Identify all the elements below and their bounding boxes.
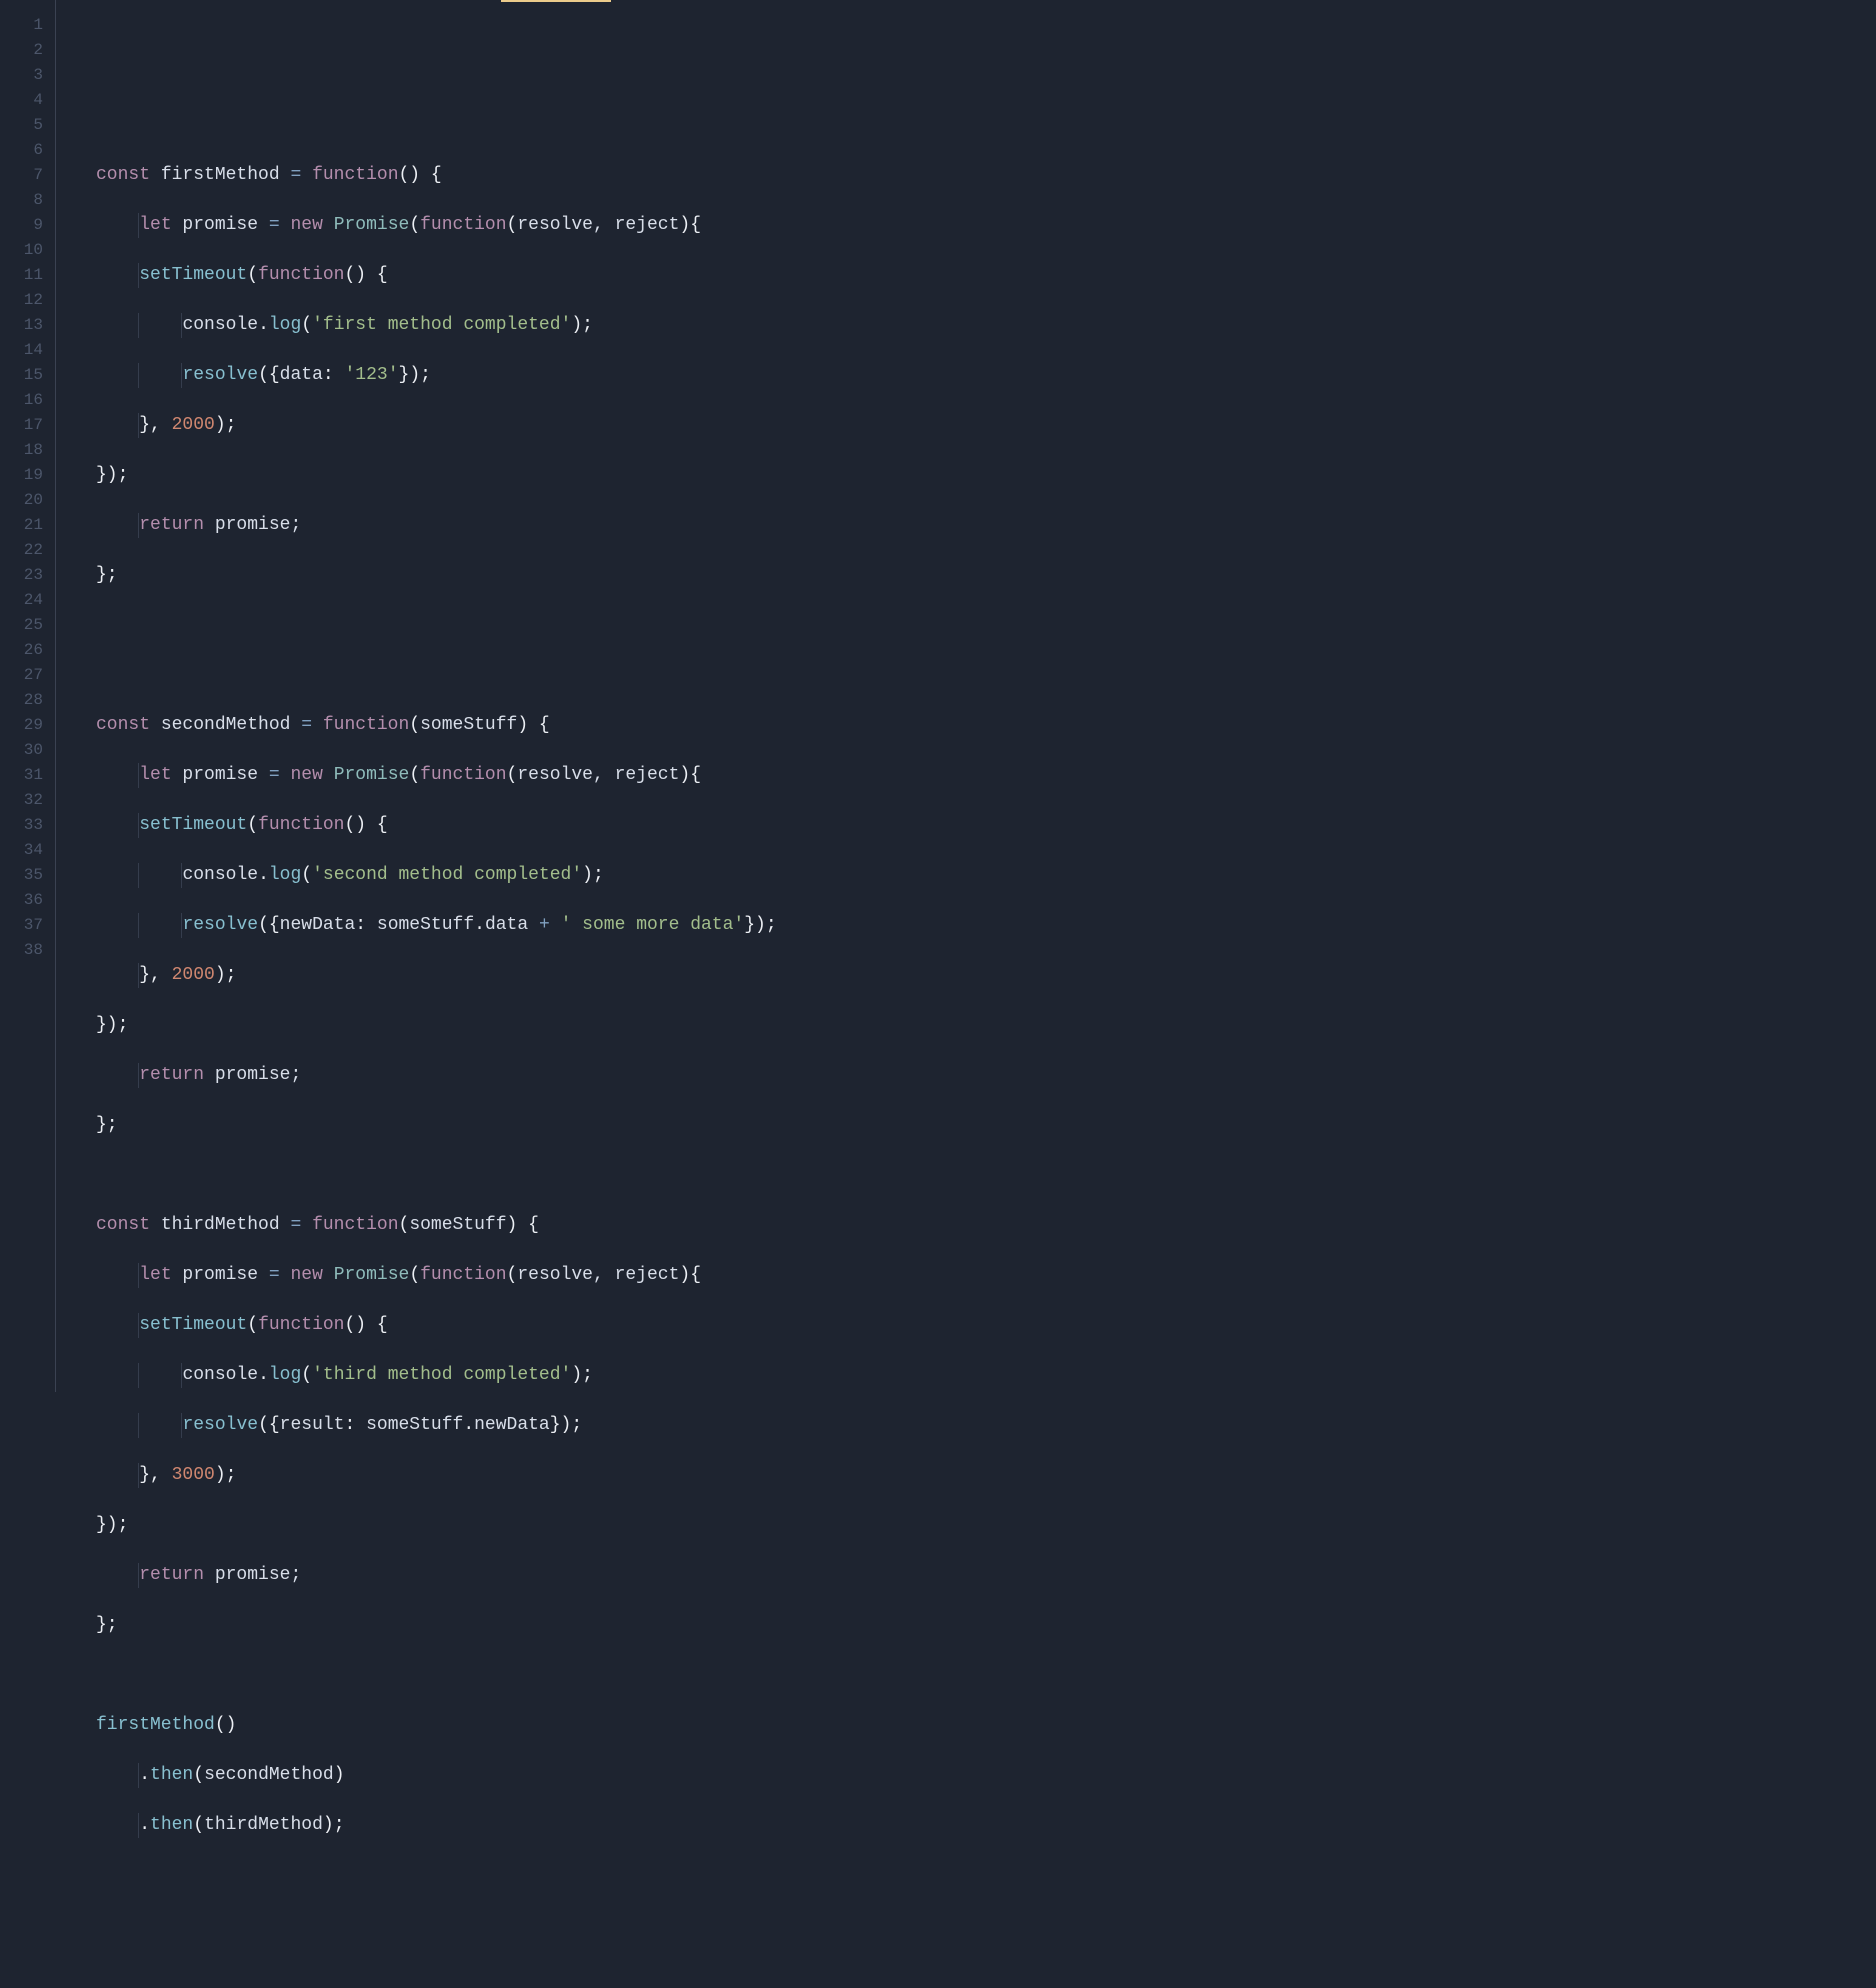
line-number: 36: [0, 888, 55, 913]
code-line[interactable]: setTimeout(function() {: [96, 263, 1876, 288]
code-line[interactable]: console.log('second method completed');: [96, 863, 1876, 888]
line-number: 25: [0, 613, 55, 638]
code-line[interactable]: const thirdMethod = function(someStuff) …: [96, 1213, 1876, 1238]
line-number: 22: [0, 538, 55, 563]
line-number: 2: [0, 38, 55, 63]
line-number: 14: [0, 338, 55, 363]
code-line[interactable]: [96, 1913, 1876, 1938]
code-line[interactable]: [96, 663, 1876, 688]
line-number: 27: [0, 663, 55, 688]
line-number: 1: [0, 13, 55, 38]
code-line[interactable]: firstMethod(): [96, 1713, 1876, 1738]
line-number: 30: [0, 738, 55, 763]
line-number: 33: [0, 813, 55, 838]
fold-area: [56, 0, 96, 1392]
code-line[interactable]: let promise = new Promise(function(resol…: [96, 763, 1876, 788]
line-number: 32: [0, 788, 55, 813]
code-line[interactable]: }, 2000);: [96, 963, 1876, 988]
code-line[interactable]: resolve({newData: someStuff.data + ' som…: [96, 913, 1876, 938]
code-line[interactable]: };: [96, 1613, 1876, 1638]
code-line[interactable]: const secondMethod = function(someStuff)…: [96, 713, 1876, 738]
line-number: 13: [0, 313, 55, 338]
code-line[interactable]: });: [96, 1513, 1876, 1538]
line-number: 35: [0, 863, 55, 888]
line-number: 20: [0, 488, 55, 513]
line-number: 37: [0, 913, 55, 938]
code-line[interactable]: return promise;: [96, 1563, 1876, 1588]
line-number: 11: [0, 263, 55, 288]
code-line[interactable]: let promise = new Promise(function(resol…: [96, 213, 1876, 238]
line-number: 21: [0, 513, 55, 538]
line-number: 6: [0, 138, 55, 163]
line-number: 18: [0, 438, 55, 463]
line-number: 5: [0, 113, 55, 138]
code-line[interactable]: setTimeout(function() {: [96, 1313, 1876, 1338]
line-number: 29: [0, 713, 55, 738]
line-number: 26: [0, 638, 55, 663]
line-number: 8: [0, 188, 55, 213]
line-number: 3: [0, 63, 55, 88]
code-line[interactable]: return promise;: [96, 1063, 1876, 1088]
code-line[interactable]: setTimeout(function() {: [96, 813, 1876, 838]
code-line[interactable]: };: [96, 563, 1876, 588]
code-line[interactable]: [96, 113, 1876, 138]
code-line[interactable]: resolve({result: someStuff.newData});: [96, 1413, 1876, 1438]
line-number: 12: [0, 288, 55, 313]
line-number: 34: [0, 838, 55, 863]
code-line[interactable]: resolve({data: '123'});: [96, 363, 1876, 388]
code-editor[interactable]: 1 2 3 4 5 6 7 8 9 10 11 12 13 14 15 16 1…: [0, 0, 1876, 1392]
code-line[interactable]: [96, 613, 1876, 638]
code-line[interactable]: [96, 1663, 1876, 1688]
line-number-gutter: 1 2 3 4 5 6 7 8 9 10 11 12 13 14 15 16 1…: [0, 0, 55, 1392]
code-line[interactable]: [96, 63, 1876, 88]
code-line[interactable]: let promise = new Promise(function(resol…: [96, 1263, 1876, 1288]
tab-underline: [501, 0, 611, 2]
code-line[interactable]: };: [96, 1113, 1876, 1138]
line-number: 15: [0, 363, 55, 388]
line-number: 10: [0, 238, 55, 263]
line-number: 24: [0, 588, 55, 613]
line-number: 38: [0, 938, 55, 963]
line-number: 4: [0, 88, 55, 113]
code-line[interactable]: });: [96, 463, 1876, 488]
code-content[interactable]: const firstMethod = function() { let pro…: [96, 0, 1876, 1392]
line-number: 23: [0, 563, 55, 588]
line-number: 31: [0, 763, 55, 788]
line-number: 9: [0, 213, 55, 238]
code-line[interactable]: .then(thirdMethod);: [96, 1813, 1876, 1838]
code-line[interactable]: }, 2000);: [96, 413, 1876, 438]
line-number: 16: [0, 388, 55, 413]
code-line[interactable]: [96, 1163, 1876, 1188]
line-number: 7: [0, 163, 55, 188]
code-line[interactable]: .then(secondMethod): [96, 1763, 1876, 1788]
line-number: 19: [0, 463, 55, 488]
line-number: 28: [0, 688, 55, 713]
code-line[interactable]: return promise;: [96, 513, 1876, 538]
code-line[interactable]: const firstMethod = function() {: [96, 163, 1876, 188]
code-line[interactable]: }, 3000);: [96, 1463, 1876, 1488]
line-number: 17: [0, 413, 55, 438]
code-line[interactable]: });: [96, 1013, 1876, 1038]
code-line[interactable]: console.log('first method completed');: [96, 313, 1876, 338]
code-line[interactable]: [96, 1863, 1876, 1888]
code-line[interactable]: console.log('third method completed');: [96, 1363, 1876, 1388]
